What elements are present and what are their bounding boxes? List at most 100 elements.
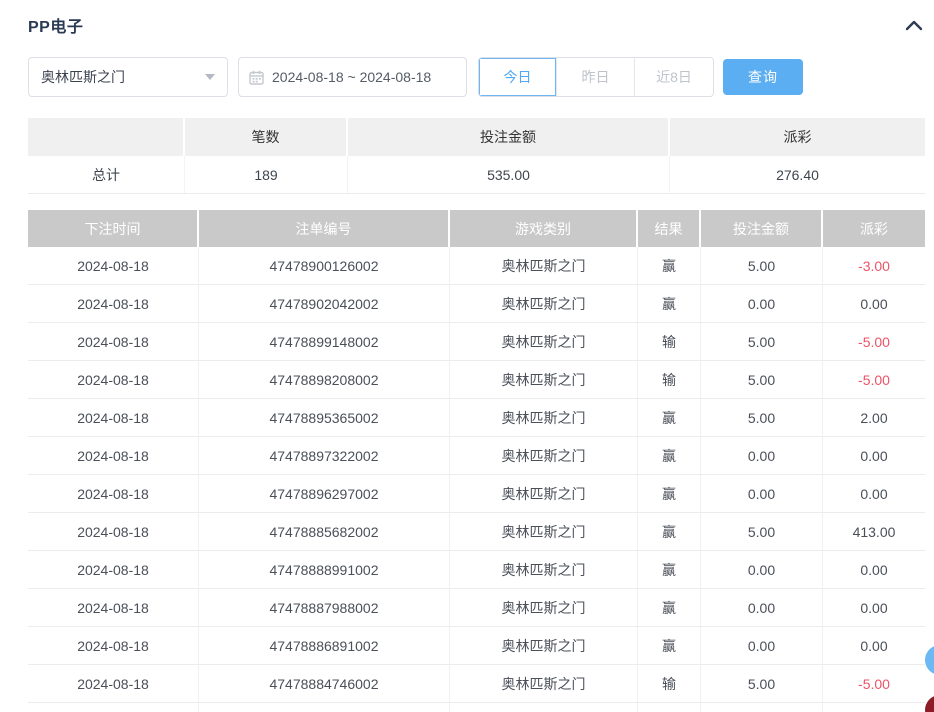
payout-cell: -5.00: [823, 361, 925, 398]
bet-time-cell: 2024-08-18: [28, 589, 199, 626]
table-row: 2024-08-1847478897322002奥林匹斯之门赢0.000.00: [28, 437, 925, 475]
table-row: 2024-08-1847478896297002奥林匹斯之门赢0.000.00: [28, 475, 925, 513]
records-header-result: 结果: [638, 210, 701, 247]
records-table: 下注时间 注单编号 游戏类别 结果 投注金额 派彩 2024-08-184747…: [28, 210, 925, 712]
filter-bar: 奥林匹斯之门 2024-08-18 ~ 2024-08-18: [28, 57, 925, 97]
records-header-row: 下注时间 注单编号 游戏类别 结果 投注金额 派彩: [28, 210, 925, 247]
bet-time-cell: 2024-08-18: [28, 323, 199, 360]
result-cell: 赢: [638, 475, 701, 512]
summary-total-label: 总计: [28, 156, 185, 193]
bet-amount-cell: 5.00: [701, 399, 823, 436]
table-row: 2024-08-1847478899148002奥林匹斯之门输5.00-5.00: [28, 323, 925, 361]
result-cell: [638, 703, 701, 712]
quick-range-group: 今日 昨日 近8日: [478, 57, 714, 97]
table-row: 2024-08-1847478885682002奥林匹斯之门赢5.00413.0…: [28, 513, 925, 551]
summary-header-blank: [28, 118, 185, 156]
bet-amount-cell: [701, 703, 823, 712]
bet-time-cell: [28, 703, 199, 712]
game-type-cell: 奥林匹斯之门: [450, 513, 638, 550]
bet-amount-cell: 0.00: [701, 285, 823, 322]
table-row: 2024-08-1847478895365002奥林匹斯之门赢5.002.00: [28, 399, 925, 437]
bet-amount-cell: 0.00: [701, 437, 823, 474]
summary-total-payout: 276.40: [670, 156, 925, 193]
bet-amount-cell: 0.00: [701, 627, 823, 664]
bet-time-cell: 2024-08-18: [28, 475, 199, 512]
result-cell: 输: [638, 361, 701, 398]
bet-amount-cell: 5.00: [701, 247, 823, 284]
result-cell: 赢: [638, 627, 701, 664]
game-type-cell: 奥林匹斯之门: [450, 361, 638, 398]
records-header-bet-time: 下注时间: [28, 210, 199, 247]
bet-id-cell: 47478896297002: [199, 475, 450, 512]
result-cell: 输: [638, 323, 701, 360]
payout-cell: 0.00: [823, 551, 925, 588]
payout-cell: 0.00: [823, 589, 925, 626]
summary-header-row: 笔数 投注金额 派彩: [28, 118, 925, 156]
quick-range-last8days[interactable]: 近8日: [635, 58, 713, 96]
bet-amount-cell: 0.00: [701, 551, 823, 588]
records-header-bet-amount: 投注金额: [701, 210, 823, 247]
bet-time-cell: 2024-08-18: [28, 513, 199, 550]
bet-time-cell: 2024-08-18: [28, 285, 199, 322]
query-button[interactable]: 查询: [723, 59, 803, 95]
game-select-value: 奥林匹斯之门: [41, 67, 125, 87]
payout-cell: -5.00: [823, 665, 925, 702]
result-cell: 赢: [638, 513, 701, 550]
bet-id-cell: 47478887988002: [199, 589, 450, 626]
table-row: 2024-08-1847478888991002奥林匹斯之门赢0.000.00: [28, 551, 925, 589]
payout-cell: [823, 703, 925, 712]
bet-id-cell: 47478897322002: [199, 437, 450, 474]
bet-id-cell: 47478895365002: [199, 399, 450, 436]
table-row: 2024-08-1847478900126002奥林匹斯之门赢5.00-3.00: [28, 247, 925, 285]
chevron-up-icon: [905, 19, 923, 31]
date-range-value: 2024-08-18 ~ 2024-08-18: [272, 69, 431, 85]
table-row: 2024-08-1847478902042002奥林匹斯之门赢0.000.00: [28, 285, 925, 323]
payout-cell: -5.00: [823, 323, 925, 360]
bet-time-cell: 2024-08-18: [28, 551, 199, 588]
records-header-bet-id: 注单编号: [199, 210, 450, 247]
result-cell: 赢: [638, 285, 701, 322]
bet-amount-cell: 0.00: [701, 475, 823, 512]
summary-total-row: 总计 189 535.00 276.40: [28, 156, 925, 194]
page-title: PP电子: [28, 13, 83, 37]
bet-time-cell: 2024-08-18: [28, 437, 199, 474]
bet-id-cell: 47478886891002: [199, 627, 450, 664]
game-type-cell: 奥林匹斯之门: [450, 399, 638, 436]
result-cell: 赢: [638, 551, 701, 588]
payout-cell: -3.00: [823, 247, 925, 284]
summary-header-count: 笔数: [185, 118, 348, 156]
caret-down-icon: [205, 74, 215, 80]
payout-cell: 413.00: [823, 513, 925, 550]
bet-amount-cell: 5.00: [701, 323, 823, 360]
quick-range-today[interactable]: 今日: [479, 58, 557, 96]
game-type-cell: 奥林匹斯之门: [450, 589, 638, 626]
game-select[interactable]: 奥林匹斯之门: [28, 57, 228, 97]
bet-id-cell: 47478900126002: [199, 247, 450, 284]
game-type-cell: 奥林匹斯之门: [450, 437, 638, 474]
game-type-cell: 奥林匹斯之门: [450, 551, 638, 588]
quick-range-yesterday[interactable]: 昨日: [557, 58, 635, 96]
game-type-cell: 奥林匹斯之门: [450, 323, 638, 360]
result-cell: 赢: [638, 399, 701, 436]
date-range-picker[interactable]: 2024-08-18 ~ 2024-08-18: [238, 57, 467, 97]
table-row-partial: [28, 703, 925, 712]
game-type-cell: 奥林匹斯之门: [450, 627, 638, 664]
table-row: 2024-08-1847478886891002奥林匹斯之门赢0.000.00: [28, 627, 925, 665]
table-row: 2024-08-1847478898208002奥林匹斯之门输5.00-5.00: [28, 361, 925, 399]
panel-header: PP电子: [28, 15, 925, 35]
summary-total-count: 189: [185, 156, 348, 193]
bet-time-cell: 2024-08-18: [28, 361, 199, 398]
collapse-button[interactable]: [903, 15, 925, 35]
payout-cell: 2.00: [823, 399, 925, 436]
summary-header-payout: 派彩: [670, 118, 925, 156]
bet-amount-cell: 5.00: [701, 513, 823, 550]
game-type-cell: [450, 703, 638, 712]
game-type-cell: 奥林匹斯之门: [450, 247, 638, 284]
bet-amount-cell: 0.00: [701, 589, 823, 626]
game-type-cell: 奥林匹斯之门: [450, 285, 638, 322]
payout-cell: 0.00: [823, 437, 925, 474]
bet-id-cell: 47478902042002: [199, 285, 450, 322]
bet-id-cell: 47478888991002: [199, 551, 450, 588]
result-cell: 输: [638, 665, 701, 702]
payout-cell: 0.00: [823, 285, 925, 322]
